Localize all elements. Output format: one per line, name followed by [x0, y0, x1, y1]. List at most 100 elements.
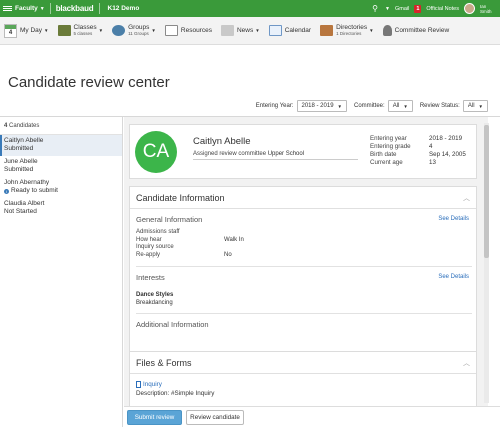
calendar-icon [268, 25, 282, 36]
chevron-down-icon[interactable]: ▼ [369, 28, 373, 33]
nav-committee-review[interactable]: Committee Review [382, 25, 449, 36]
main-nav: 4 My Day ▼ Classes 5 classes ▼ Groups 11 Gro… [0, 17, 500, 45]
meta-label: Current age [370, 159, 403, 166]
nav-calendar-label: Calendar [284, 27, 312, 34]
chevron-down-icon[interactable]: ▼ [385, 6, 390, 12]
gmail-link[interactable]: Gmail [395, 6, 409, 12]
candidate-name: Caitlyn Abelle [4, 137, 44, 144]
field-label: Inquiry source [136, 244, 174, 250]
top-bar: Faculty ▼ blackbaud K12 Demo ⚲ ▼ Gmail 1… [0, 0, 500, 17]
meta-value: Sep 14, 2005 [429, 151, 466, 158]
meta-value: 13 [429, 159, 436, 166]
profile-card: CA Caitlyn Abelle Assigned review commit… [129, 124, 477, 179]
review-status-select[interactable]: All ▼ [462, 100, 488, 112]
divider [98, 3, 100, 14]
candidate-status: Submitted [4, 166, 34, 173]
divider [136, 313, 472, 314]
interest-name: Dance Styles [136, 292, 174, 298]
divider [136, 266, 472, 267]
general-info-title: General Information [136, 215, 203, 224]
chevron-down-icon[interactable]: ▼ [99, 28, 103, 33]
nav-groups[interactable]: Groups 11 Groups ▼ [112, 23, 156, 37]
divider [49, 3, 51, 14]
entering-year-value: 2018 - 2019 [301, 103, 334, 109]
section-title: Files & Forms [136, 358, 192, 368]
candidate-item[interactable]: John Abernathy i Ready to submit [0, 177, 122, 198]
field-value: Walk In [224, 236, 244, 243]
official-notes-link[interactable]: Official Notes [426, 6, 459, 12]
meta-label: Entering year [370, 135, 407, 142]
candidate-name: Claudia Albert [4, 200, 45, 207]
nav-my-day[interactable]: 4 My Day ▼ [4, 23, 49, 38]
submit-review-button[interactable]: Submit review [127, 410, 182, 425]
action-bar: Submit review Review candidate [124, 406, 500, 427]
hamburger-menu-icon[interactable] [3, 6, 12, 11]
page-title: Candidate review center [8, 74, 170, 91]
meta-value: 2018 - 2019 [429, 135, 463, 142]
candidate-item[interactable]: Claudia Albert Not Started [0, 198, 122, 219]
news-icon [220, 25, 234, 36]
nav-classes-label: Classes [73, 23, 97, 31]
classes-icon [57, 25, 71, 36]
candidate-status: Not Started [4, 208, 37, 215]
chevron-down-icon[interactable]: ▼ [151, 28, 155, 33]
committee-label: Committee: [354, 103, 385, 109]
search-icon[interactable]: ⚲ [372, 4, 378, 13]
files-forms-card: Files & Forms ︿ Inquiry Description: #Si… [129, 351, 477, 406]
candidate-avatar: CA [135, 131, 177, 173]
file-description: Description: #Simple Inquiry [136, 390, 214, 397]
assigned-committee: Assigned review committee Upper School [193, 151, 358, 160]
nav-calendar[interactable]: Calendar [268, 25, 312, 36]
candidate-count-header: 4 Candidates [0, 117, 122, 135]
nav-directories-count: 1 Directories [336, 30, 362, 36]
committee-select[interactable]: All ▼ [387, 100, 413, 112]
chevron-down-icon[interactable]: ▼ [40, 6, 45, 12]
review-candidate-button[interactable]: Review candidate [186, 410, 244, 425]
nav-resources[interactable]: Resources [164, 25, 212, 36]
chevron-down-icon: ▼ [337, 103, 342, 109]
see-details-link[interactable]: See Details [438, 274, 469, 280]
section-title: Candidate Information [136, 193, 225, 203]
calendar-day-icon: 4 [4, 23, 17, 38]
entering-year-select[interactable]: 2018 - 2019 ▼ [296, 100, 347, 112]
files-forms-header: Files & Forms ︿ [130, 352, 476, 374]
nav-my-day-label: My Day [20, 27, 43, 34]
interest-value: Breakdancing [136, 300, 173, 306]
nav-news[interactable]: News ▼ [220, 25, 260, 36]
candidate-status-text: Ready to submit [11, 187, 58, 194]
chevron-up-icon[interactable]: ︿ [463, 193, 470, 203]
candidate-name: John Abernathy [4, 179, 50, 186]
assigned-committee-value: Upper School [267, 151, 305, 157]
inquiry-file-link[interactable]: Inquiry [136, 381, 162, 388]
chevron-down-icon[interactable]: ▼ [44, 28, 48, 33]
meta-label: Entering grade [370, 143, 411, 150]
calendar-day-number: 4 [8, 29, 13, 36]
scrollbar-thumb[interactable] [484, 125, 489, 258]
candidate-item[interactable]: June Abelle Submitted [0, 156, 122, 177]
chevron-down-icon: ▼ [478, 103, 483, 109]
user-avatar[interactable] [464, 3, 475, 14]
chevron-down-icon[interactable]: ▼ [255, 28, 259, 33]
candidate-status: Submitted [4, 145, 34, 152]
info-icon: i [4, 188, 9, 194]
resources-icon [164, 25, 178, 36]
nav-directories[interactable]: Directories 1 Directories ▼ [320, 24, 374, 37]
nav-classes[interactable]: Classes 5 classes ▼ [57, 23, 103, 37]
nav-classes-count: 5 classes [73, 30, 93, 36]
general-info-fields: Admissions staff How hear Walk In Inquiry… [136, 229, 244, 259]
see-details-link[interactable]: See Details [438, 216, 469, 222]
additional-info-title: Additional Information [136, 320, 209, 329]
notes-count-badge[interactable]: 1 [414, 4, 422, 13]
candidate-item[interactable]: Caitlyn Abelle Submitted [0, 135, 122, 156]
interests-title: Interests [136, 273, 165, 282]
user-name[interactable]: Ian Smith [480, 4, 496, 14]
candidate-full-name: Caitlyn Abelle [193, 136, 251, 147]
candidate-status: i Ready to submit [4, 187, 118, 195]
faculty-menu[interactable]: Faculty [15, 5, 38, 12]
user-last-name: Smith [480, 8, 492, 14]
chevron-up-icon[interactable]: ︿ [463, 358, 470, 368]
file-description-label: Description: [136, 390, 170, 397]
nav-groups-label: Groups [128, 23, 150, 31]
field-label: Re-apply [136, 251, 161, 258]
school-name: K12 Demo [107, 5, 140, 12]
